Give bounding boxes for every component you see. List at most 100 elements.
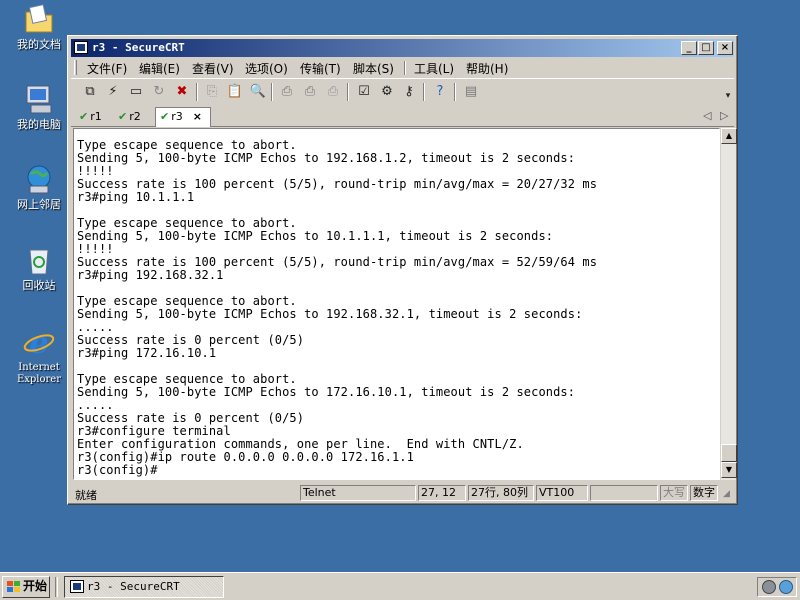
tab-scroll-left-icon[interactable]: ◁ xyxy=(703,109,711,122)
session-options-icon[interactable]: ☑ xyxy=(355,83,373,101)
start-label: 开始 xyxy=(23,579,48,593)
close-button[interactable]: × xyxy=(717,41,733,55)
desktop-icon-label: 我的文档 xyxy=(17,38,61,51)
desktop-icon-my-computer[interactable]: 我的电脑 xyxy=(8,82,70,131)
vertical-scrollbar[interactable]: ▲ ▼ xyxy=(720,128,737,480)
status-num-lock: 数字 xyxy=(690,485,718,501)
terminal-line: Sending 5, 100-byte ICMP Echos to 192.16… xyxy=(77,151,576,165)
taskbar-separator xyxy=(55,577,58,597)
reconnect-icon[interactable]: ↻ xyxy=(150,83,168,101)
my-computer-icon xyxy=(22,82,56,116)
taskbar-button-securecrt[interactable]: r3 - SecureCRT xyxy=(64,576,224,598)
tab-scroll-right-icon[interactable]: ▷ xyxy=(720,109,728,122)
desktop-icon-label: Internet Explorer xyxy=(16,362,62,385)
menu-file[interactable]: 文件(F) xyxy=(87,60,127,77)
resize-grip-icon[interactable]: ◢ xyxy=(723,489,730,499)
status-caps-lock: 大写 xyxy=(660,485,688,501)
start-button[interactable]: 开始 xyxy=(2,576,50,598)
connect-in-tab-icon[interactable]: ▭ xyxy=(127,83,145,101)
svg-text:e: e xyxy=(29,326,48,359)
menu-script[interactable]: 脚本(S) xyxy=(353,60,394,77)
toolbar-overflow-icon[interactable]: ▾ xyxy=(719,87,737,105)
minimize-button[interactable]: _ xyxy=(681,41,697,55)
copy-icon[interactable]: ⎘ xyxy=(203,83,221,101)
print-selection-icon[interactable]: ⎙ xyxy=(301,83,319,101)
scroll-down-icon[interactable]: ▼ xyxy=(721,462,737,478)
help-icon[interactable]: ? xyxy=(431,83,449,101)
my-documents-icon xyxy=(22,2,56,36)
connect-icon[interactable]: ⧉ xyxy=(81,83,99,101)
securecrt-app-icon xyxy=(74,41,88,54)
terminal-line: r3#ping 172.16.10.1 xyxy=(77,346,217,360)
status-emulation: VT100 xyxy=(536,485,588,501)
menu-separator xyxy=(404,61,406,75)
tray-settings-icon[interactable] xyxy=(762,580,776,594)
find-icon[interactable]: 🔍 xyxy=(249,83,267,101)
paste-icon[interactable]: 📋 xyxy=(226,83,244,101)
terminal-line: Sending 5, 100-byte ICMP Echos to 192.16… xyxy=(77,307,583,321)
securecrt-app-icon xyxy=(70,580,84,593)
menu-tools[interactable]: 工具(L) xyxy=(414,60,454,77)
terminal-line: r3(config)# xyxy=(77,463,158,477)
status-protocol: Telnet xyxy=(300,485,416,501)
quick-connect-icon[interactable]: ⚡ xyxy=(104,83,122,101)
status-ready: 就绪 xyxy=(75,489,97,502)
status-blank xyxy=(590,485,658,501)
tray-network-icon[interactable] xyxy=(779,580,793,594)
toolbar-separator xyxy=(271,83,273,101)
windows-flag-icon xyxy=(7,581,20,593)
scroll-up-icon[interactable]: ▲ xyxy=(721,128,737,144)
toolbar-separator xyxy=(347,83,349,101)
window-title: r3 - SecureCRT xyxy=(92,41,185,54)
desktop-icon-network-places[interactable]: 网上邻居 xyxy=(8,162,70,211)
menu-grip xyxy=(74,60,77,75)
system-tray xyxy=(757,577,797,597)
recycle-bin-icon xyxy=(22,243,56,277)
tab-label: r1 xyxy=(90,110,102,123)
menu-help[interactable]: 帮助(H) xyxy=(466,60,508,77)
desktop-icon-label: 回收站 xyxy=(22,279,56,292)
menu-bar: 文件(F) 编辑(E) 查看(V) 选项(O) 传输(T) 脚本(S) 工具(L… xyxy=(71,58,734,77)
tab-r2[interactable]: ✔ r2 xyxy=(114,108,154,127)
terminal-output[interactable]: Type escape sequence to abort. Sending 5,… xyxy=(73,128,720,480)
connected-check-icon: ✔ xyxy=(118,110,128,123)
keymap-icon[interactable]: ⚷ xyxy=(400,83,418,101)
tab-r1[interactable]: ✔ r1 xyxy=(75,108,113,127)
print-setup-icon[interactable]: ⎙ xyxy=(324,83,342,101)
menu-options[interactable]: 选项(O) xyxy=(245,60,288,77)
desktop-icon-my-documents[interactable]: 我的文档 xyxy=(8,2,70,51)
tab-close-icon[interactable]: × xyxy=(193,110,202,123)
terminal-line: Sending 5, 100-byte ICMP Echos to 172.16… xyxy=(77,385,576,399)
menu-view[interactable]: 查看(V) xyxy=(192,60,234,77)
terminal-line: Sending 5, 100-byte ICMP Echos to 10.1.1… xyxy=(77,229,554,243)
desktop-icon-label: 网上邻居 xyxy=(17,198,61,211)
tab-label: r2 xyxy=(129,110,141,123)
connected-check-icon: ✔ xyxy=(160,110,170,123)
taskbar: 开始 r3 - SecureCRT xyxy=(0,572,800,600)
network-places-icon xyxy=(22,162,56,196)
desktop-icon-recycle-bin[interactable]: 回收站 xyxy=(8,243,70,292)
sftp-icon[interactable]: ▤ xyxy=(462,83,480,101)
global-options-icon[interactable]: ⚙ xyxy=(378,83,396,101)
scroll-thumb[interactable] xyxy=(721,444,737,462)
status-terminal-size: 27行, 80列 xyxy=(468,485,534,501)
terminal-line: r3#ping 192.168.32.1 xyxy=(77,268,224,282)
desktop-icon-internet-explorer[interactable]: e Internet Explorer xyxy=(8,325,70,386)
print-icon[interactable]: ⎙ xyxy=(278,83,296,101)
toolbar-separator xyxy=(454,83,456,101)
menu-transfer[interactable]: 传输(T) xyxy=(300,60,341,77)
disconnect-icon[interactable]: ✖ xyxy=(173,83,191,101)
menu-edit[interactable]: 编辑(E) xyxy=(139,60,180,77)
taskbar-button-label: r3 - SecureCRT xyxy=(87,580,180,593)
status-cursor-position: 27, 12 xyxy=(418,485,466,501)
desktop-icon-label: 我的电脑 xyxy=(17,118,61,131)
maximize-button[interactable]: □ xyxy=(698,41,714,55)
terminal-line: r3#ping 10.1.1.1 xyxy=(77,190,195,204)
title-bar[interactable]: r3 - SecureCRT _ □ × xyxy=(71,39,734,57)
tab-label: r3 xyxy=(171,110,183,123)
toolbar-separator xyxy=(196,83,198,101)
tab-r3[interactable]: ✔ r3 × xyxy=(155,107,211,127)
status-bar: 就绪 Telnet 27, 12 27行, 80列 VT100 大写 数字 ◢ xyxy=(71,484,734,502)
connected-check-icon: ✔ xyxy=(79,110,89,123)
internet-explorer-icon: e xyxy=(22,325,56,361)
